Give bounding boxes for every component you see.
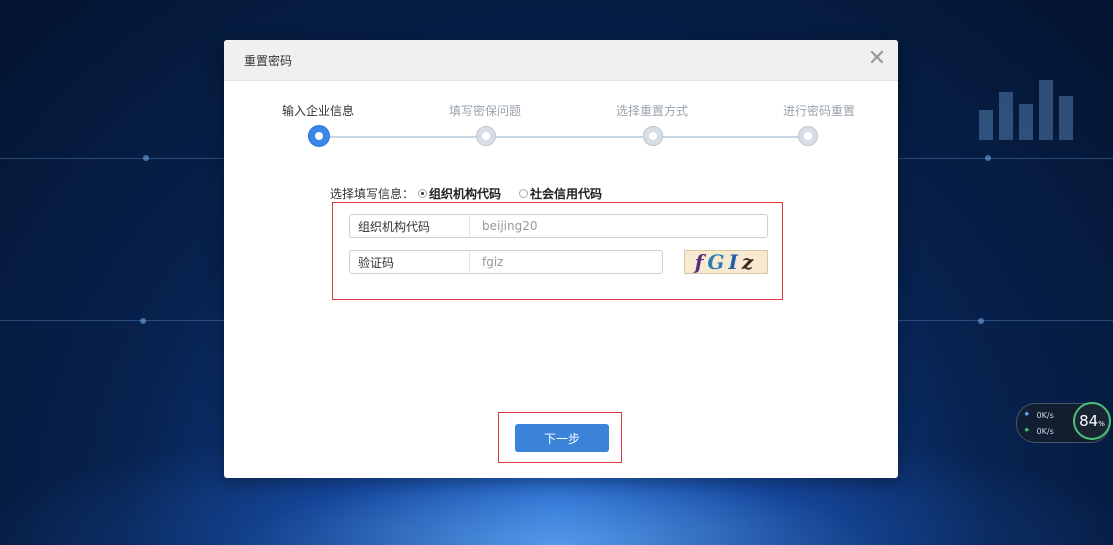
- captcha-char: G: [707, 250, 729, 274]
- org-code-label: 组织机构代码: [350, 215, 470, 237]
- step-label-security-questions: 填写密保问题: [448, 104, 521, 118]
- captcha-char: f: [694, 250, 708, 274]
- background-dot: [978, 318, 984, 324]
- radio-social-credit-code-label: 社会信用代码: [530, 187, 603, 201]
- captcha-input[interactable]: fgiz: [470, 255, 503, 269]
- captcha-label: 验证码: [350, 251, 470, 273]
- radio-org-code-label: 组织机构代码: [429, 187, 502, 201]
- step-dot-1: [308, 125, 330, 147]
- step-dot-2: [476, 126, 496, 146]
- step-dot-3: [643, 126, 663, 146]
- download-speed-value: 0K/s: [1036, 426, 1054, 436]
- background-bar-decoration: [979, 80, 1073, 140]
- background-dot: [985, 155, 991, 161]
- download-icon: ✦: [1023, 426, 1031, 436]
- step-label-perform-reset: 进行密码重置: [782, 104, 855, 118]
- radio-social-credit-code[interactable]: 社会信用代码: [519, 185, 602, 202]
- background-line: [898, 158, 1113, 159]
- memory-usage-unit: %: [1098, 420, 1105, 428]
- memory-usage-ring: 84%: [1073, 402, 1111, 440]
- background-line: [898, 320, 1113, 321]
- captcha-char: I: [728, 250, 742, 274]
- background-line: [0, 158, 230, 159]
- upload-speed-value: 0K/s: [1036, 410, 1054, 420]
- radio-org-code[interactable]: 组织机构代码: [418, 185, 501, 202]
- download-speed: ✦ 0K/s: [1023, 426, 1054, 436]
- background-dot: [140, 318, 146, 324]
- captcha-char: z: [741, 250, 758, 274]
- upload-speed: ✦ 0K/s: [1023, 410, 1054, 420]
- captcha-field[interactable]: 验证码 fgiz: [349, 250, 663, 274]
- captcha-image[interactable]: f G I z: [684, 250, 768, 274]
- network-speed-widget[interactable]: ✦ 0K/s ✦ 0K/s 84%: [1016, 402, 1111, 443]
- radio-checked-icon: [418, 189, 428, 198]
- dialog-header: 重置密码 ✕: [224, 40, 898, 81]
- step-label-enter-company-info: 输入企业信息: [281, 104, 354, 118]
- close-icon[interactable]: ✕: [866, 48, 888, 70]
- step-dot-4: [798, 126, 818, 146]
- radio-unchecked-icon: [519, 189, 529, 198]
- background-line: [0, 320, 230, 321]
- reset-password-dialog: 重置密码 ✕ 输入企业信息 填写密保问题 选择重置方式 进行密码重置 选择填写信…: [224, 40, 898, 478]
- org-code-input[interactable]: beijing20: [470, 219, 538, 233]
- upload-icon: ✦: [1023, 410, 1031, 420]
- memory-usage-percent: 84: [1079, 412, 1099, 430]
- step-progress-line: [320, 136, 806, 138]
- dialog-title: 重置密码: [244, 54, 293, 68]
- org-code-field[interactable]: 组织机构代码 beijing20: [349, 214, 768, 238]
- step-label-choose-reset-method: 选择重置方式: [615, 104, 688, 118]
- background-dot: [143, 155, 149, 161]
- info-type-label: 选择填写信息：: [330, 187, 415, 201]
- info-type-selector: 选择填写信息： 组织机构代码 社会信用代码: [330, 185, 616, 202]
- next-step-button[interactable]: 下一步: [515, 424, 609, 452]
